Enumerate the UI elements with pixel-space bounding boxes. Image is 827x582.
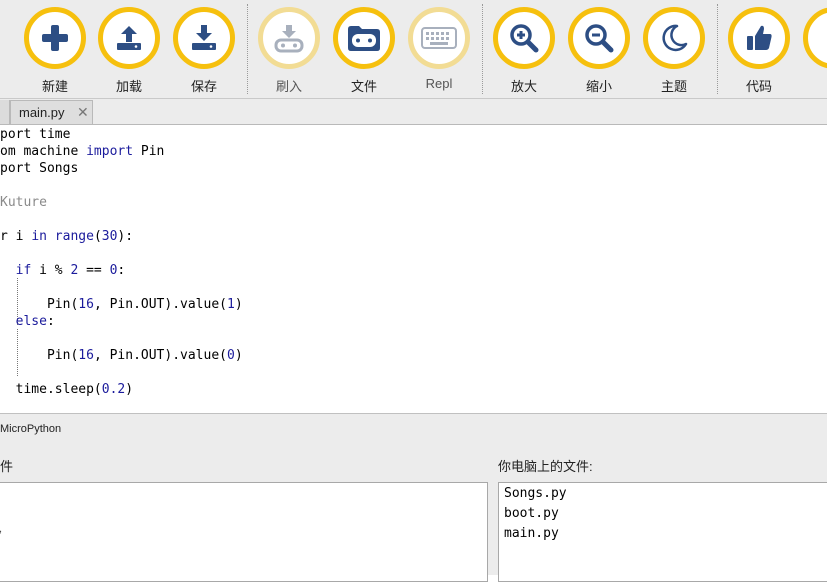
code-text: Pin( bbox=[0, 348, 79, 363]
code-text: ( bbox=[93, 229, 102, 244]
device-files-label: 件 bbox=[0, 459, 14, 474]
repl-button[interactable]: Repl bbox=[408, 7, 472, 93]
flash-device-icon bbox=[258, 7, 320, 69]
code-number: 16 bbox=[78, 297, 94, 312]
theme-button[interactable]: 主题 bbox=[643, 7, 707, 94]
file-item[interactable]: boot.py bbox=[504, 506, 559, 521]
scroll-marker: , bbox=[0, 523, 2, 535]
code-text: om machine bbox=[0, 144, 87, 159]
files-button[interactable]: 文件 bbox=[333, 7, 397, 94]
repl-label: Repl bbox=[425, 76, 453, 91]
moon-icon bbox=[643, 7, 705, 69]
code-text: r i bbox=[0, 229, 32, 244]
zoom-out-icon bbox=[568, 7, 630, 69]
code-comment: Kuture bbox=[0, 195, 47, 210]
code-line: Pin(16, Pin.OUT).value(1) bbox=[0, 296, 243, 313]
tab-label: main.py bbox=[19, 105, 65, 120]
help-button[interactable]: 帮 bbox=[803, 7, 827, 93]
zoom-in-label: 放大 bbox=[510, 79, 537, 94]
close-icon[interactable]: ✕ bbox=[77, 104, 89, 121]
code-line: port time bbox=[0, 126, 70, 143]
code-text: i % bbox=[31, 263, 71, 278]
load-label: 加载 bbox=[115, 79, 142, 94]
code-text: , Pin.OUT).value( bbox=[93, 348, 227, 363]
code-text: : bbox=[117, 263, 126, 278]
code-text: Pin bbox=[133, 144, 165, 159]
code-text: ) bbox=[234, 348, 243, 363]
code-text: time.sleep( bbox=[0, 382, 102, 397]
code-line: else: bbox=[0, 313, 55, 330]
code-number: 1 bbox=[227, 297, 235, 312]
help-label: 帮 bbox=[793, 76, 827, 95]
computer-files-label: 你电脑上的文件: bbox=[498, 459, 593, 474]
device-file-list[interactable]: , bbox=[0, 482, 488, 582]
theme-label: 主题 bbox=[660, 79, 687, 94]
zoom-in-icon bbox=[493, 7, 555, 69]
load-button[interactable]: 加载 bbox=[98, 7, 162, 94]
code-text: Pin( bbox=[0, 297, 79, 312]
flash-label: 刷入 bbox=[275, 79, 302, 94]
download-icon bbox=[173, 7, 235, 69]
code-keyword: import bbox=[86, 144, 134, 159]
check-code-label: 代码 bbox=[745, 79, 772, 94]
code-line: Pin(16, Pin.OUT).value(0) bbox=[0, 347, 243, 364]
zoom-in-button[interactable]: 放大 bbox=[493, 7, 557, 94]
plus-icon bbox=[24, 7, 86, 69]
keyboard-icon bbox=[408, 7, 470, 69]
code-keyword: range bbox=[54, 229, 94, 244]
code-keyword: else bbox=[15, 314, 47, 329]
code-text: ) bbox=[234, 297, 243, 312]
code-text: ): bbox=[117, 229, 134, 244]
file-item[interactable]: main.py bbox=[504, 526, 559, 541]
new-button[interactable]: 新建 bbox=[24, 7, 88, 94]
computer-file-list[interactable]: Songs.py boot.py main.py bbox=[498, 482, 827, 582]
code-number: 16 bbox=[78, 348, 94, 363]
thumbs-up-icon bbox=[728, 7, 790, 69]
code-text: port Songs bbox=[0, 161, 79, 176]
code-keyword: in bbox=[31, 229, 47, 244]
code-number: 30 bbox=[101, 229, 118, 244]
code-line: time.sleep(0.2) bbox=[0, 381, 133, 398]
save-label: 保存 bbox=[190, 79, 217, 94]
tab-main-py[interactable]: main.py ✕ bbox=[10, 100, 93, 124]
zoom-out-label: 缩小 bbox=[585, 79, 612, 94]
files-panel: 件 你电脑上的文件: , Songs.py boot.py main.py bbox=[0, 443, 827, 582]
code-text: : bbox=[46, 314, 55, 329]
tab-previous[interactable] bbox=[0, 100, 10, 124]
file-item[interactable]: Songs.py bbox=[504, 486, 567, 501]
code-text: == bbox=[78, 263, 110, 278]
tab-bar: main.py ✕ bbox=[0, 99, 827, 125]
code-number: 0.2 bbox=[101, 382, 126, 397]
help-icon bbox=[803, 7, 827, 69]
repl-title: MicroPython bbox=[0, 423, 62, 435]
files-label: 文件 bbox=[350, 79, 377, 94]
code-text: , Pin.OUT).value( bbox=[93, 297, 227, 312]
code-number: 0 bbox=[227, 348, 235, 363]
upload-icon bbox=[98, 7, 160, 69]
code-line: r i in range(30): bbox=[0, 228, 133, 245]
code-editor[interactable]: port time om machine import Pin port Songs… bbox=[0, 125, 827, 413]
code-line: om machine import Pin bbox=[0, 143, 164, 160]
code-keyword: if bbox=[15, 263, 32, 278]
code-line: Kuture bbox=[0, 194, 47, 211]
repl-panel: MicroPython bbox=[0, 413, 827, 444]
code-line: if i % 2 == 0: bbox=[0, 262, 126, 279]
code-text: ) bbox=[125, 382, 134, 397]
code-line: port Songs bbox=[0, 160, 78, 177]
code-text: port time bbox=[0, 127, 71, 142]
toolbar: 新建 加载 保存 刷入 文件 Repl 放大 缩小 主题 代码 bbox=[0, 0, 827, 99]
flash-button[interactable]: 刷入 bbox=[258, 7, 322, 94]
zoom-out-button[interactable]: 缩小 bbox=[568, 7, 632, 94]
check-code-button[interactable]: 代码 bbox=[728, 7, 792, 94]
save-button[interactable]: 保存 bbox=[173, 7, 237, 94]
microbit-folder-icon bbox=[333, 7, 395, 69]
new-label: 新建 bbox=[41, 79, 68, 94]
